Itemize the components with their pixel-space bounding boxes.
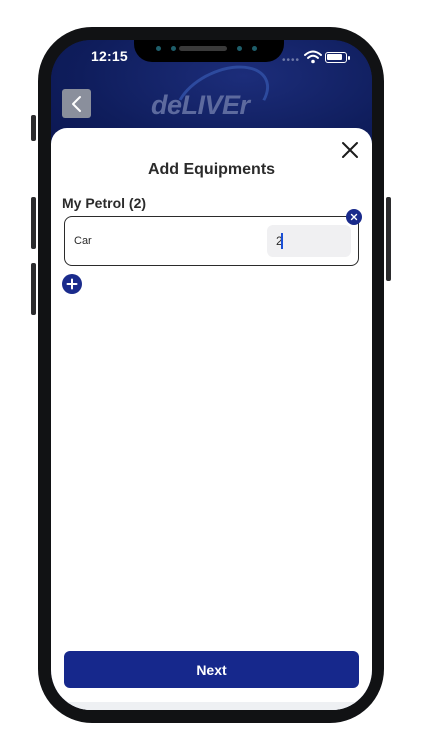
battery-tip xyxy=(348,56,350,60)
volume-down-button xyxy=(31,263,36,315)
equipment-name: Car xyxy=(74,235,92,247)
speaker-grille xyxy=(179,46,227,51)
close-icon xyxy=(350,213,358,221)
logo-text: deLIVEr xyxy=(151,90,250,120)
sheet-title: Add Equipments xyxy=(147,161,276,178)
camera-icon xyxy=(252,46,257,51)
back-button[interactable] xyxy=(62,89,91,118)
close-icon[interactable] xyxy=(340,140,360,160)
volume-up-button xyxy=(31,197,36,249)
quantity-input[interactable] xyxy=(267,225,351,257)
notch xyxy=(134,40,284,62)
mute-switch xyxy=(31,115,36,141)
home-indicator-area xyxy=(51,702,372,710)
equipment-row: Car xyxy=(64,216,359,266)
sensor-icon xyxy=(237,46,242,51)
sensor-icon xyxy=(171,46,176,51)
add-equipment-button[interactable] xyxy=(62,274,82,294)
chevron-left-icon xyxy=(71,95,81,112)
next-button[interactable]: Next xyxy=(64,651,359,688)
status-icons: •••• xyxy=(282,50,352,66)
cellular-dots-icon: •••• xyxy=(282,55,301,66)
status-time: 12:15 xyxy=(91,48,128,64)
section-label: My Petrol (2) xyxy=(62,195,147,211)
sensor-icon xyxy=(156,46,161,51)
text-cursor xyxy=(281,233,283,249)
battery-icon xyxy=(325,52,347,63)
app-screen: 12:15 •••• deLIVEr Add Equipments My Pet… xyxy=(51,40,372,710)
wifi-icon xyxy=(304,50,322,64)
plus-icon xyxy=(66,278,78,290)
app-logo: deLIVEr xyxy=(147,51,280,149)
remove-equipment-button[interactable] xyxy=(346,209,362,225)
power-button xyxy=(386,197,391,281)
